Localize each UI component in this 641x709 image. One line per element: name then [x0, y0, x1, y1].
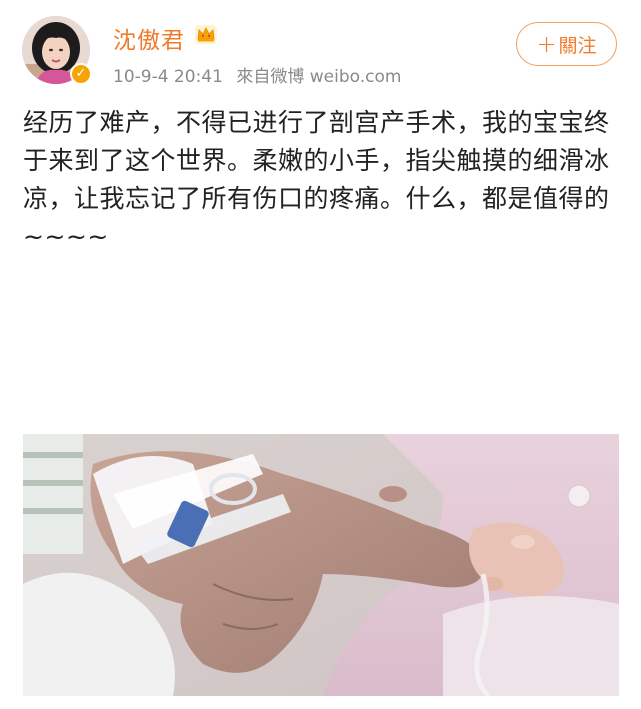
crown-icon[interactable]	[194, 22, 218, 46]
post-meta: 10-9-4 20:41 來自微博 weibo.com	[113, 62, 409, 87]
follow-button-label: 關注	[558, 34, 597, 57]
weibo-post: ✓ 沈傲君 10-9-4 20:41 來自微博 weibo.com + 關注 经…	[0, 0, 641, 709]
plus-icon: +	[536, 30, 557, 58]
verified-badge-icon: ✓	[70, 63, 92, 85]
username[interactable]: 沈傲君	[113, 21, 185, 55]
post-timestamp[interactable]: 10-9-4 20:41	[113, 67, 223, 87]
post-source: 來自微博 weibo.com	[236, 67, 402, 87]
follow-button[interactable]: + 關注	[516, 22, 617, 66]
post-text: 经历了难产，不得已进行了剖宫产手术，我的宝宝终于来到了这个世界。柔嫩的小手，指尖…	[23, 108, 610, 251]
post-photo[interactable]	[23, 434, 619, 696]
